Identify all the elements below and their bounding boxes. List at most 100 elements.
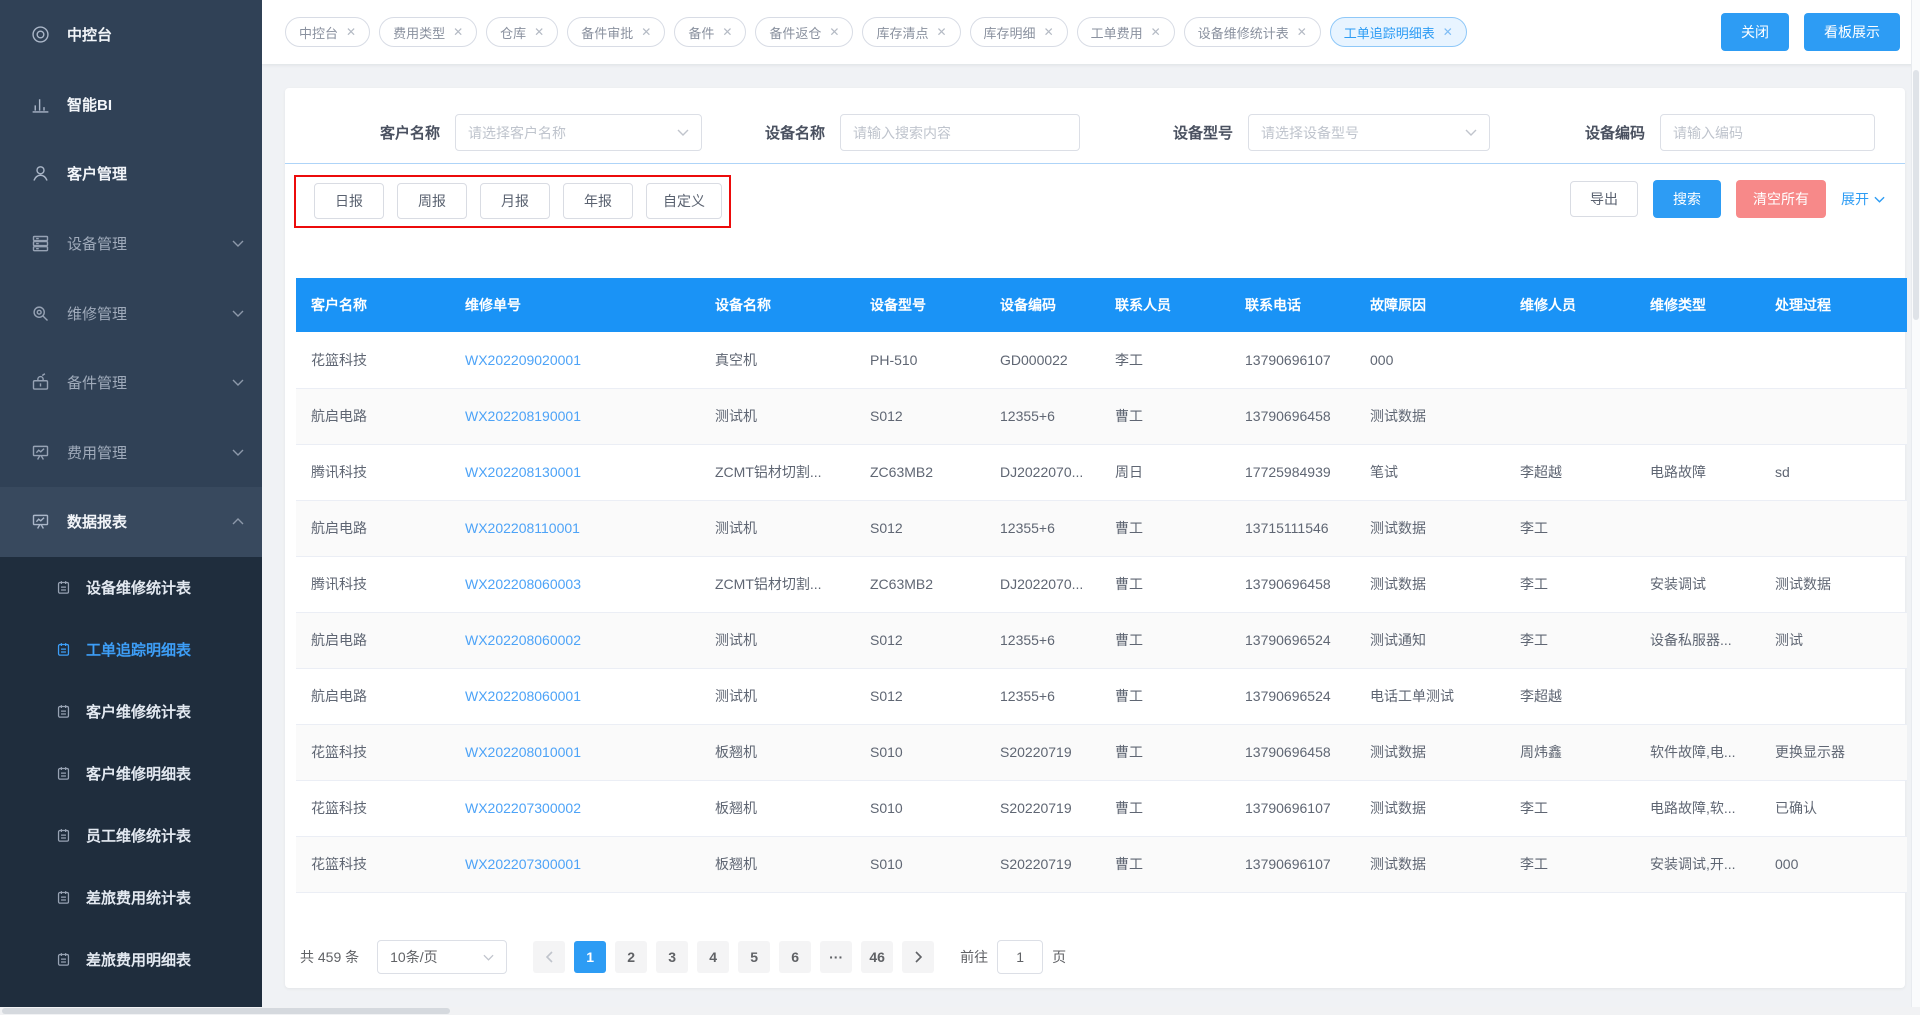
workorder-link[interactable]: WX202209020001 [465, 352, 581, 368]
chevron-down-icon [677, 129, 689, 136]
tab-console[interactable]: 中控台 [285, 17, 370, 47]
sidebar-item-console[interactable]: 中控台 [0, 0, 262, 70]
custom-report-button[interactable]: 自定义 [646, 183, 722, 219]
submenu-item-travel-expense-stats[interactable]: 差旅费用统计表 [0, 867, 262, 929]
tab-label: 设备维修统计表 [1198, 23, 1289, 42]
cell-contact: 曹工 [1115, 520, 1143, 536]
monthly-report-button[interactable]: 月报 [480, 183, 550, 219]
device-code-input[interactable] [1660, 114, 1875, 151]
page-button-4[interactable]: 4 [697, 941, 729, 973]
submenu-item-workorder-tracking[interactable]: 工单追踪明细表 [0, 619, 262, 681]
cell-fault-reason: 测试数据 [1370, 576, 1426, 592]
customer-name-select[interactable]: 请选择客户名称 [455, 114, 702, 151]
tab-parts-return[interactable]: 备件返仓 [755, 17, 853, 47]
sidebar-item-spare-parts[interactable]: 备件管理 [0, 348, 262, 418]
prev-page-button[interactable] [533, 941, 565, 973]
sidebar-item-repairs[interactable]: 维修管理 [0, 278, 262, 348]
cell-customer: 航启电路 [311, 408, 367, 424]
filter-device-model: 设备型号 请选择设备型号 [1173, 114, 1490, 151]
workorder-link[interactable]: WX202207300001 [465, 856, 581, 872]
table-row: 航启电路 WX202208060001 测试机 S012 12355+6 曹工 … [296, 668, 1907, 724]
workorder-link[interactable]: WX202208190001 [465, 408, 581, 424]
device-name-input[interactable] [840, 114, 1080, 151]
tab-parts[interactable]: 备件 [674, 17, 746, 47]
cell-process: sd [1775, 464, 1790, 480]
sidebar-item-label: 备件管理 [67, 372, 127, 393]
page-size-select[interactable]: 10条/页 [377, 940, 507, 974]
tab-stock-detail[interactable]: 库存明细 [970, 17, 1068, 47]
cell-device-name: ZCMT铝材切割... [715, 576, 822, 592]
horizontal-scrollbar[interactable] [0, 1007, 1920, 1015]
submenu-item-travel-expense-detail[interactable]: 差旅费用明细表 [0, 929, 262, 991]
tab-device-repair-stats[interactable]: 设备维修统计表 [1184, 17, 1321, 47]
next-page-button[interactable] [902, 941, 934, 973]
close-tab-icon[interactable] [641, 26, 651, 38]
cell-customer: 航启电路 [311, 632, 367, 648]
sidebar-item-bi[interactable]: 智能BI [0, 70, 262, 140]
board-display-button[interactable]: 看板展示 [1804, 13, 1900, 51]
device-code-label: 设备编码 [1585, 122, 1645, 143]
more-pages-button[interactable]: ··· [820, 941, 852, 973]
submenu-item-device-repair-stats[interactable]: 设备维修统计表 [0, 557, 262, 619]
close-tab-icon[interactable] [829, 26, 839, 38]
cell-fault-reason: 测试数据 [1370, 408, 1426, 424]
workorder-link[interactable]: WX202208110001 [465, 520, 580, 536]
goto-page-input[interactable] [997, 940, 1043, 974]
cell-fault-reason: 测试数据 [1370, 520, 1426, 536]
workorder-link[interactable]: WX202207300002 [465, 800, 581, 816]
close-tab-icon[interactable] [534, 26, 544, 38]
sidebar-item-devices[interactable]: 设备管理 [0, 209, 262, 279]
workorder-link[interactable]: WX202208130001 [465, 464, 581, 480]
tab-stock-count[interactable]: 库存清点 [862, 17, 960, 47]
workorder-link[interactable]: WX202208010001 [465, 744, 581, 760]
journal-icon [55, 765, 72, 782]
submenu-item-customer-repair-stats[interactable]: 客户维修统计表 [0, 681, 262, 743]
close-tab-icon[interactable] [1151, 26, 1161, 38]
workorder-link[interactable]: WX202208060001 [465, 688, 581, 704]
page-button-3[interactable]: 3 [656, 941, 688, 973]
close-tab-icon[interactable] [346, 26, 356, 38]
cell-device-code: 12355+6 [1000, 688, 1055, 704]
tab-warehouse[interactable]: 仓库 [486, 17, 558, 47]
sidebar-item-expenses[interactable]: 费用管理 [0, 418, 262, 488]
search-button[interactable]: 搜索 [1653, 180, 1721, 218]
workorder-link[interactable]: WX202208060003 [465, 576, 581, 592]
page-button-1[interactable]: 1 [574, 941, 606, 973]
page-button-6[interactable]: 6 [779, 941, 811, 973]
tab-workorder-expense[interactable]: 工单费用 [1077, 17, 1175, 47]
close-tab-icon[interactable] [1297, 26, 1307, 38]
close-tab-icon[interactable] [722, 26, 732, 38]
page-button-46[interactable]: 46 [861, 941, 893, 973]
tab-workorder-tracking[interactable]: 工单追踪明细表 [1330, 17, 1467, 47]
page-button-5[interactable]: 5 [738, 941, 770, 973]
close-tab-icon[interactable] [936, 26, 946, 38]
close-tab-icon[interactable] [1443, 26, 1453, 38]
daily-report-button[interactable]: 日报 [314, 183, 384, 219]
cell-process: 测试数据 [1775, 576, 1831, 592]
yearly-report-button[interactable]: 年报 [563, 183, 633, 219]
sidebar-item-reports[interactable]: 数据报表 [0, 487, 262, 557]
page-button-2[interactable]: 2 [615, 941, 647, 973]
weekly-report-button[interactable]: 周报 [397, 183, 467, 219]
vertical-scrollbar-thumb[interactable] [1913, 70, 1919, 320]
export-button[interactable]: 导出 [1570, 181, 1638, 217]
tab-label: 备件审批 [581, 23, 633, 42]
close-tab-icon[interactable] [453, 26, 463, 38]
vertical-scrollbar[interactable] [1911, 0, 1920, 1015]
tab-expense-type[interactable]: 费用类型 [379, 17, 477, 47]
tab-label: 库存清点 [876, 23, 928, 42]
close-button[interactable]: 关闭 [1721, 13, 1789, 51]
sidebar-item-customers[interactable]: 客户管理 [0, 139, 262, 209]
tab-parts-approval[interactable]: 备件审批 [567, 17, 665, 47]
cell-customer: 花篮科技 [311, 856, 367, 872]
close-tab-icon[interactable] [1044, 26, 1054, 38]
expand-link[interactable]: 展开 [1841, 189, 1885, 209]
horizontal-scrollbar-thumb[interactable] [2, 1008, 450, 1014]
submenu-item-customer-repair-detail[interactable]: 客户维修明细表 [0, 743, 262, 805]
workorder-link[interactable]: WX202208060002 [465, 632, 581, 648]
device-model-select[interactable]: 请选择设备型号 [1248, 114, 1490, 151]
clear-all-button[interactable]: 清空所有 [1736, 180, 1826, 218]
submenu-item-employee-repair-stats[interactable]: 员工维修统计表 [0, 805, 262, 867]
reports-submenu: 设备维修统计表 工单追踪明细表 客户维修统计表 客户维修明细表 员工维修统计表 [0, 557, 262, 1007]
chevron-down-icon [1465, 129, 1477, 136]
